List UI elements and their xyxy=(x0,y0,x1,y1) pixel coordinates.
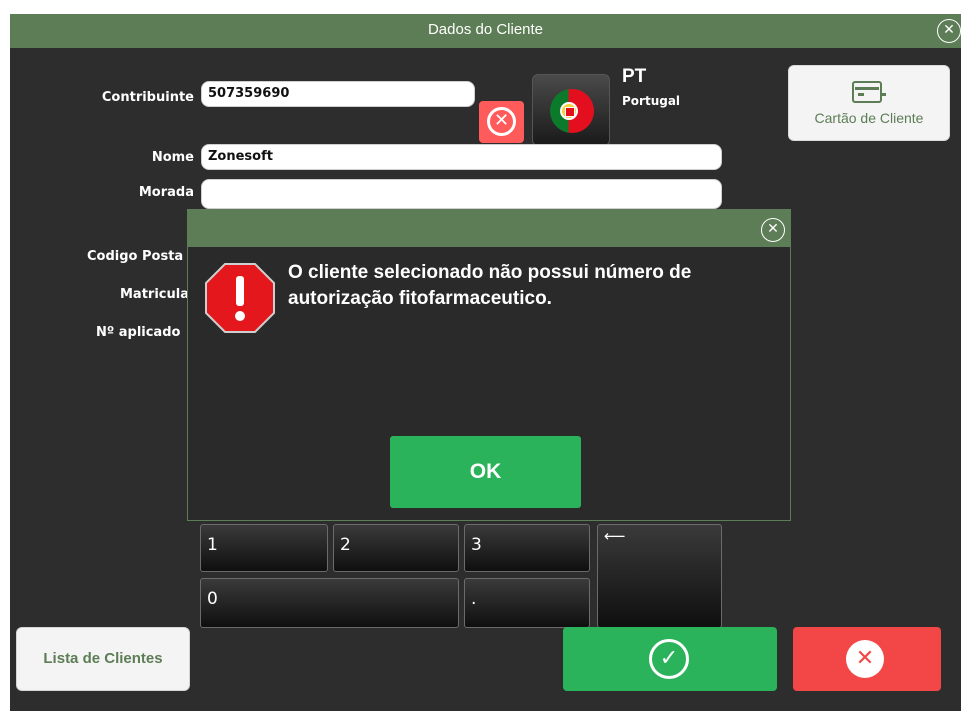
cancel-circle-icon: ✕ xyxy=(846,640,884,678)
portugal-flag-icon xyxy=(550,89,594,133)
nome-field[interactable]: Zonesoft xyxy=(201,144,722,170)
warning-octagon-icon xyxy=(205,263,275,333)
customer-card-button[interactable]: Cartão de Cliente xyxy=(788,65,950,141)
label-codigo-postal: Codigo Posta xyxy=(87,249,184,264)
keypad-enter-key[interactable]: ⟵ xyxy=(597,524,722,628)
morada-field[interactable] xyxy=(201,179,722,209)
id-card-icon xyxy=(852,81,886,103)
label-contribuinte: Contribuinte xyxy=(101,90,194,105)
keypad-key-1[interactable]: 1 xyxy=(200,524,328,572)
label-nome: Nome xyxy=(151,150,194,165)
keypad-key-0[interactable]: 0 xyxy=(200,578,459,628)
contribuinte-field[interactable]: 507359690 xyxy=(201,81,475,107)
enter-arrow-icon: ⟵ xyxy=(604,527,626,545)
client-list-button[interactable]: Lista de Clientes xyxy=(16,627,190,691)
label-morada: Morada xyxy=(138,185,194,200)
cancel-button[interactable]: ✕ xyxy=(793,627,941,691)
customer-card-label: Cartão de Cliente xyxy=(814,110,924,126)
window-title: Dados do Cliente xyxy=(427,21,544,38)
close-icon[interactable]: ✕ xyxy=(761,218,785,242)
warning-dialog: ✕ O cliente selecionado não possui númer… xyxy=(187,209,791,521)
clear-contribuinte-button[interactable]: ✕ xyxy=(479,101,524,143)
clear-x-icon: ✕ xyxy=(487,107,516,136)
keypad-key-dot[interactable]: . xyxy=(464,578,590,628)
dialog-title-bar: ✕ xyxy=(188,210,790,247)
label-matricula: Matricula xyxy=(120,287,189,302)
keypad-key-2[interactable]: 2 xyxy=(333,524,459,572)
title-bar: Dados do Cliente ✕ xyxy=(10,14,961,48)
confirm-button[interactable]: ✓ xyxy=(563,627,777,691)
country-code: PT xyxy=(622,66,647,87)
dialog-message: O cliente selecionado não possui número … xyxy=(288,262,692,309)
country-flag-button[interactable] xyxy=(532,74,610,146)
label-n-aplicador: Nº aplicado xyxy=(96,325,181,340)
close-icon[interactable]: ✕ xyxy=(937,19,961,43)
check-circle-icon: ✓ xyxy=(649,639,689,679)
keypad-key-3[interactable]: 3 xyxy=(464,524,590,572)
dialog-ok-button[interactable]: OK xyxy=(390,436,581,508)
country-name: Portugal xyxy=(622,94,681,108)
